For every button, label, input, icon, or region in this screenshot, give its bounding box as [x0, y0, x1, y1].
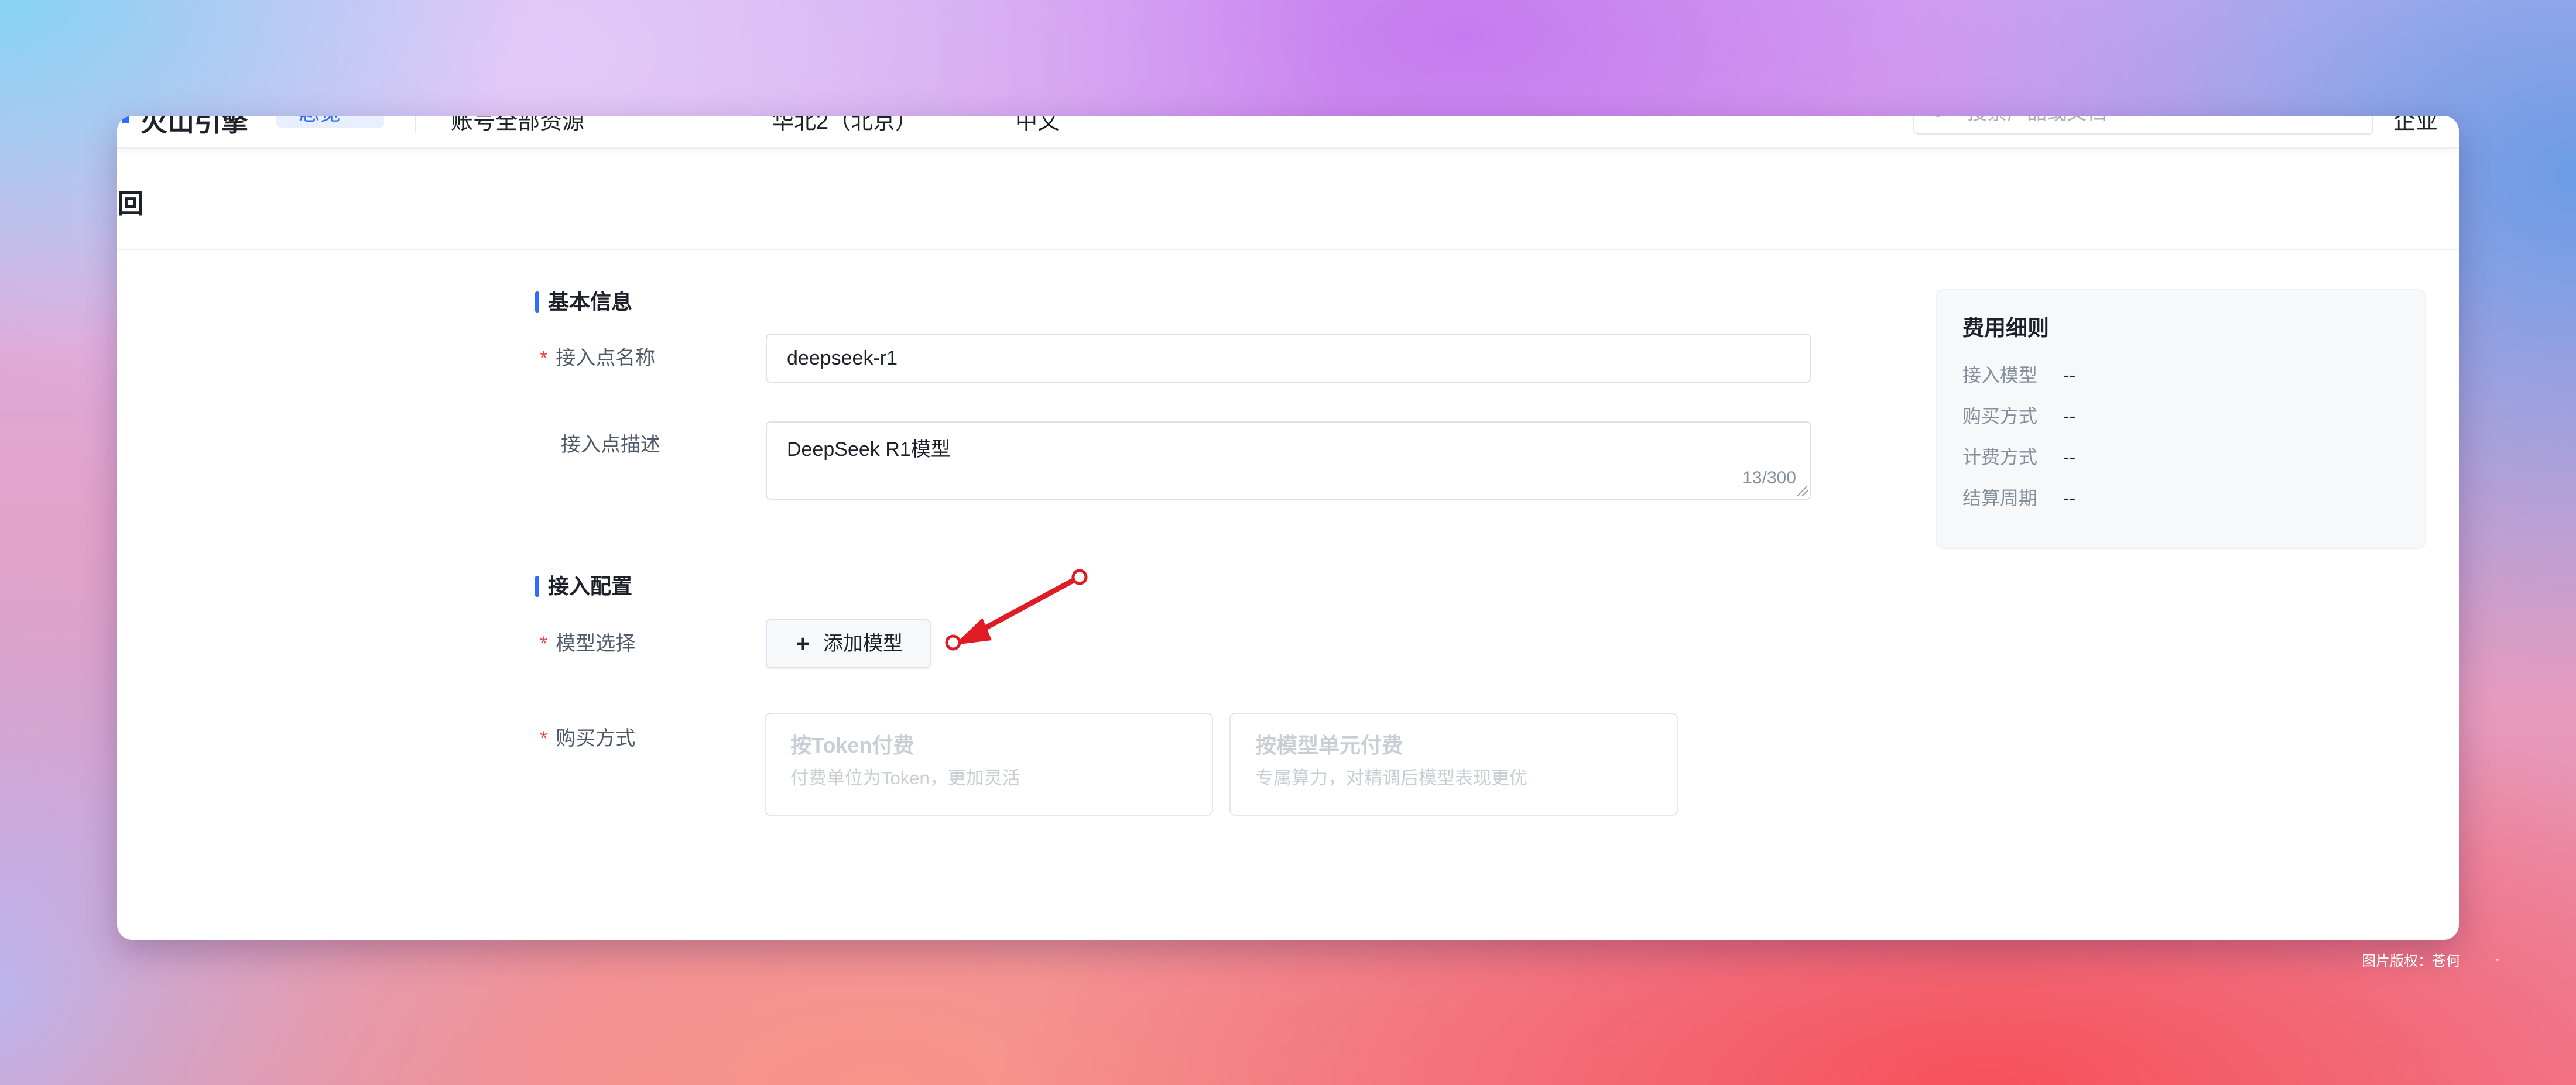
image-credit: 图片版权：苍何 — [2362, 953, 2460, 969]
decorative-dot — [2496, 959, 2499, 961]
app-window: 火山引擎 总览 账号全部资源 华北2（北京） 中文 搜索产品或文档 企业 工具 … — [117, 116, 2459, 940]
annotation-arrow-icon — [945, 569, 1088, 651]
